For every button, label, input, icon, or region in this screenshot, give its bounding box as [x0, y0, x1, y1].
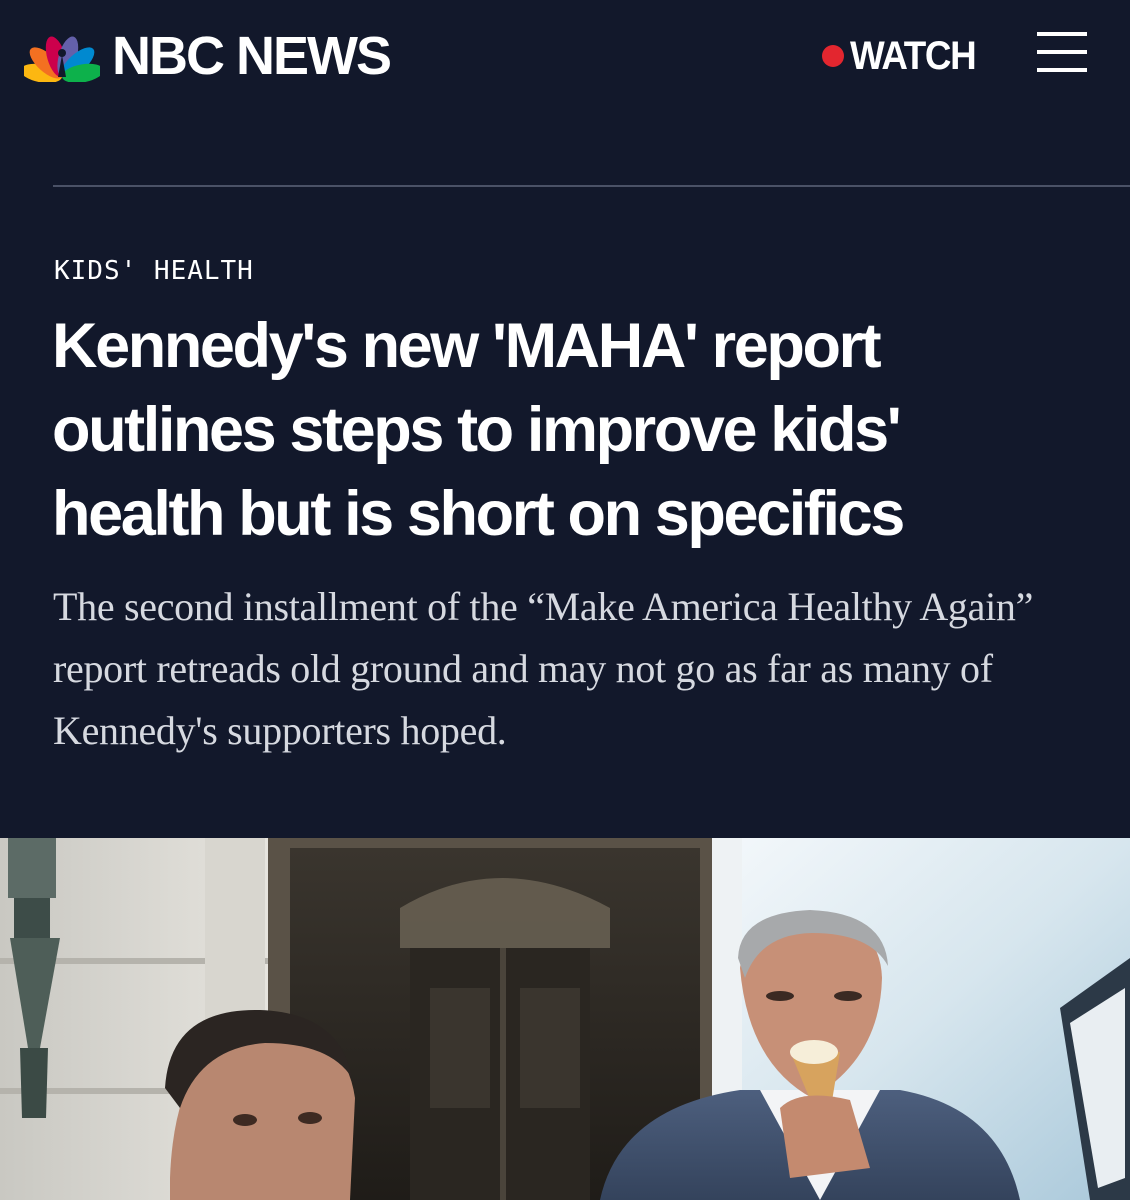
- brand-wordmark: NBC NEWS: [112, 26, 392, 86]
- section-label[interactable]: KIDS' HEALTH: [54, 253, 254, 289]
- header-divider: [53, 185, 1130, 187]
- menu-line: [1037, 68, 1087, 72]
- article-headline: Kennedy's new 'MAHA' report outlines ste…: [52, 311, 905, 549]
- watch-live-button[interactable]: WATCH: [822, 32, 986, 80]
- hero-photo: [0, 838, 1130, 1200]
- nbc-peacock-icon: [24, 36, 100, 82]
- menu-line: [1037, 50, 1087, 54]
- hamburger-menu-icon[interactable]: [1034, 29, 1090, 79]
- live-dot-icon: [822, 45, 844, 67]
- article-dek: The second installment of the “Make Amer…: [53, 584, 1034, 753]
- menu-line: [1037, 32, 1087, 36]
- site-header: NBC NEWS WATCH: [0, 0, 1130, 110]
- watch-label: WATCH: [850, 33, 977, 78]
- nbc-news-logo[interactable]: NBC NEWS: [24, 26, 392, 86]
